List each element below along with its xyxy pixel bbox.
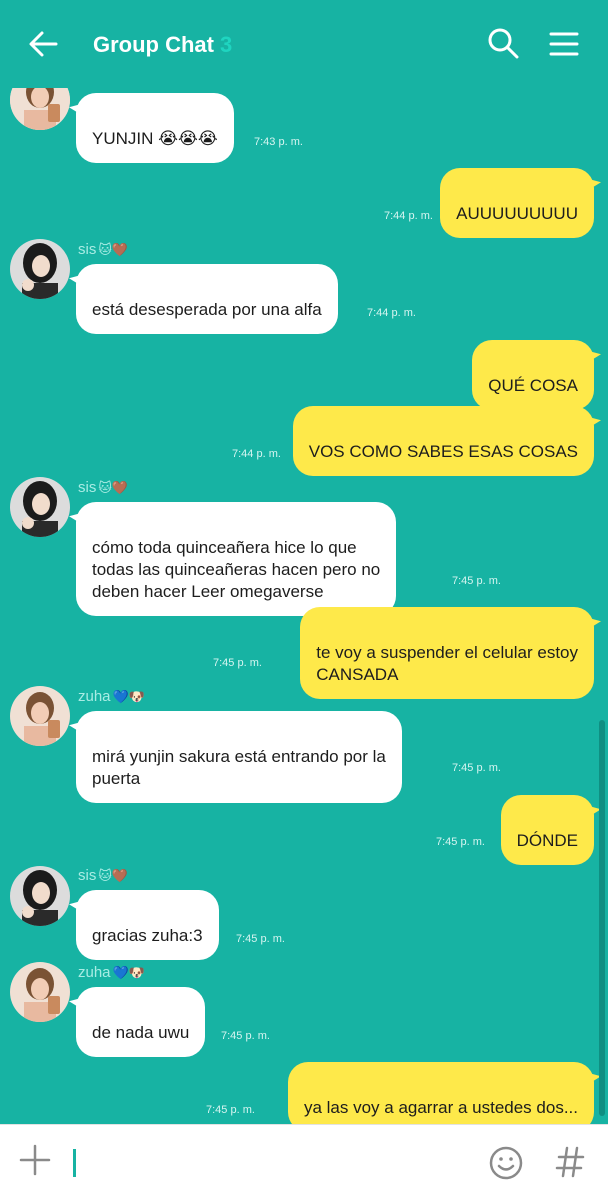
emoji-button[interactable] bbox=[488, 1145, 524, 1181]
sender-name-text: zuha bbox=[78, 688, 111, 705]
message-time: 7:45 p. m. bbox=[236, 933, 285, 945]
sender-name-text: sis bbox=[78, 241, 97, 258]
hashtag-button[interactable] bbox=[554, 1143, 586, 1181]
message-bubble[interactable]: VOS COMO SABES ESAS COSAS bbox=[292, 406, 594, 476]
avatar-sis[interactable] bbox=[10, 477, 70, 537]
message-bubble[interactable]: DÓNDE bbox=[500, 795, 594, 865]
message-bubble[interactable]: cómo toda quinceañera hice lo que todas … bbox=[76, 502, 397, 616]
back-arrow-icon bbox=[29, 31, 58, 57]
sender-name-text: sis bbox=[78, 867, 97, 884]
message-bubble[interactable]: YUNJIN 😭😭😭 bbox=[76, 93, 234, 163]
search-button[interactable] bbox=[484, 24, 524, 64]
message-bubble[interactable]: ya las voy a agarrar a ustedes dos... bbox=[287, 1062, 594, 1124]
message-text: está desesperada por una alfa bbox=[92, 300, 322, 319]
message-text: ya las voy a agarrar a ustedes dos... bbox=[303, 1098, 578, 1117]
message-bubble[interactable]: te voy a suspender el celular estoy CANS… bbox=[300, 607, 594, 699]
chat-title-text: Group Chat bbox=[93, 32, 214, 57]
search-icon bbox=[488, 28, 519, 59]
chat-area: YUNJIN 😭😭😭 7:43 p. m. AUUUUUUUUU 7:44 p.… bbox=[0, 0, 608, 1124]
sender-name: sis 🐱🤎 bbox=[78, 241, 128, 258]
message-text: te voy a suspender el celular estoy CANS… bbox=[316, 643, 578, 684]
message-time: 7:43 p. m. bbox=[254, 136, 303, 148]
message-text: QUÉ COSA bbox=[488, 376, 578, 395]
message-bubble[interactable]: de nada uwu bbox=[76, 987, 206, 1057]
menu-button[interactable] bbox=[544, 24, 584, 64]
emoji-icon bbox=[489, 1146, 523, 1180]
message-text: mirá yunjin sakura está entrando por la … bbox=[92, 747, 386, 788]
text-cursor bbox=[73, 1149, 76, 1177]
message-time: 7:45 p. m. bbox=[436, 836, 485, 848]
message-time: 7:44 p. m. bbox=[232, 448, 281, 460]
sender-name-text: sis bbox=[78, 479, 97, 496]
sender-emoji: 💙🐶 bbox=[112, 689, 145, 704]
sender-name-text: zuha bbox=[78, 964, 111, 981]
scrollbar[interactable] bbox=[599, 720, 605, 1116]
message-bubble[interactable]: AUUUUUUUUU bbox=[440, 168, 594, 238]
message-text: cómo toda quinceañera hice lo que todas … bbox=[92, 538, 381, 601]
hashtag-icon bbox=[555, 1146, 585, 1178]
sender-emoji: 🐱🤎 bbox=[98, 242, 129, 257]
message-time: 7:45 p. m. bbox=[452, 575, 501, 587]
message-text: VOS COMO SABES ESAS COSAS bbox=[308, 442, 578, 461]
message-composer bbox=[0, 1124, 608, 1200]
avatar-sis[interactable] bbox=[10, 866, 70, 926]
sender-name: zuha 💙🐶 bbox=[78, 688, 145, 705]
message-input[interactable] bbox=[80, 1145, 470, 1181]
chat-header: Group Chat 3 bbox=[0, 0, 608, 88]
message-time: 7:45 p. m. bbox=[206, 1104, 255, 1116]
message-time: 7:44 p. m. bbox=[367, 307, 416, 319]
message-bubble[interactable]: QUÉ COSA bbox=[472, 340, 594, 410]
message-text: de nada uwu bbox=[92, 1023, 190, 1042]
sender-emoji: 🐱🤎 bbox=[98, 480, 129, 495]
avatar-zuha[interactable] bbox=[10, 686, 70, 746]
avatar-sis[interactable] bbox=[10, 239, 70, 299]
sender-name: sis 🐱🤎 bbox=[78, 479, 128, 496]
message-text: YUNJIN 😭😭😭 bbox=[92, 129, 218, 148]
attach-button[interactable] bbox=[18, 1143, 52, 1177]
message-bubble[interactable]: gracias zuha:3 bbox=[76, 890, 219, 960]
message-time: 7:44 p. m. bbox=[384, 210, 433, 222]
sender-emoji: 💙🐶 bbox=[112, 965, 145, 980]
message-text: gracias zuha:3 bbox=[92, 926, 203, 945]
avatar-zuha[interactable] bbox=[10, 962, 70, 1022]
message-time: 7:45 p. m. bbox=[221, 1030, 270, 1042]
plus-icon bbox=[19, 1144, 51, 1176]
sender-name: sis 🐱🤎 bbox=[78, 867, 128, 884]
message-bubble[interactable]: está desesperada por una alfa bbox=[76, 264, 338, 334]
chat-title[interactable]: Group Chat 3 bbox=[93, 32, 232, 58]
message-text: DÓNDE bbox=[516, 831, 578, 850]
sender-emoji: 🐱🤎 bbox=[98, 868, 129, 883]
menu-icon bbox=[549, 32, 579, 56]
back-button[interactable] bbox=[22, 24, 66, 64]
message-time: 7:45 p. m. bbox=[452, 762, 501, 774]
message-text: AUUUUUUUUU bbox=[456, 204, 578, 223]
sender-name: zuha 💙🐶 bbox=[78, 964, 145, 981]
message-time: 7:45 p. m. bbox=[213, 657, 262, 669]
message-bubble[interactable]: mirá yunjin sakura está entrando por la … bbox=[76, 711, 402, 803]
member-count: 3 bbox=[220, 32, 233, 57]
